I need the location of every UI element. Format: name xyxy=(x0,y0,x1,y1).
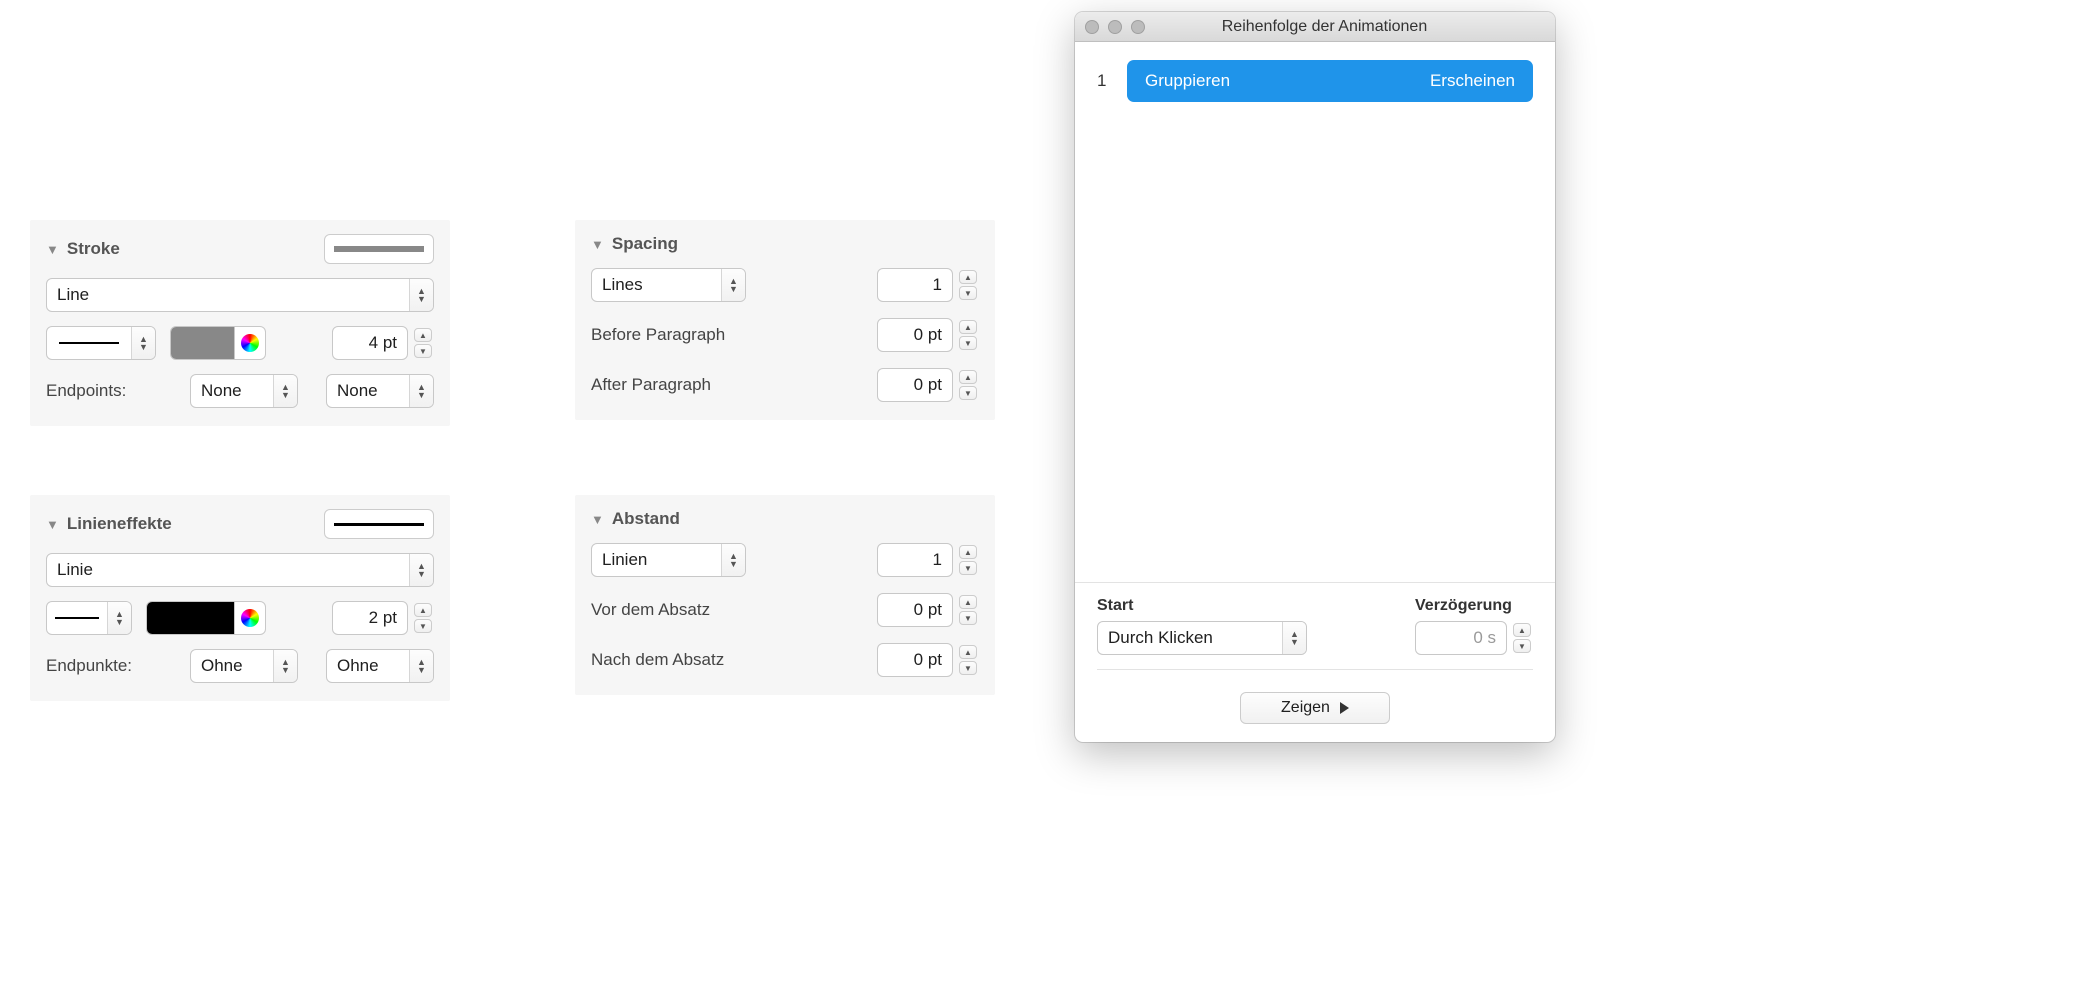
stroke-width-field[interactable]: 2 pt xyxy=(332,601,408,635)
start-label: Start xyxy=(1097,597,1395,615)
animation-item-name: Gruppieren xyxy=(1145,71,1230,91)
after-para-label: After Paragraph xyxy=(591,375,711,395)
disclosure-triangle-icon[interactable]: ▼ xyxy=(591,237,604,252)
select-stepper-icon: ▲▼ xyxy=(409,375,433,407)
before-para-label: Before Paragraph xyxy=(591,325,725,345)
show-button-label: Zeigen xyxy=(1281,699,1330,717)
stepper-down[interactable]: ▼ xyxy=(959,611,977,625)
stepper-down[interactable]: ▼ xyxy=(959,336,977,350)
show-button[interactable]: Zeigen xyxy=(1240,692,1390,724)
stepper-down[interactable]: ▼ xyxy=(414,344,432,358)
endpoint-end-value: Ohne xyxy=(327,656,409,676)
panel-title: Linieneffekte xyxy=(67,514,172,534)
select-stepper-icon: ▲▼ xyxy=(721,544,745,576)
line-style-select[interactable]: ▲▼ xyxy=(46,326,156,360)
delay-field[interactable]: 0 s xyxy=(1415,621,1507,655)
delay-label: Verzögerung xyxy=(1415,597,1533,615)
select-stepper-icon: ▲▼ xyxy=(107,602,131,634)
stroke-color-well[interactable] xyxy=(170,326,266,360)
endpoint-start-value: None xyxy=(191,381,273,401)
animation-list-item[interactable]: 1 Gruppieren Erscheinen xyxy=(1097,60,1533,102)
color-wheel-icon[interactable] xyxy=(235,602,265,634)
stroke-panel-de: ▼ Linieneffekte Linie ▲▼ ▲▼ 2 pt ▲ ▼ End… xyxy=(30,495,450,701)
stroke-type-value: Linie xyxy=(47,560,409,580)
color-swatch xyxy=(147,602,235,634)
spacing-value-field[interactable]: 1 xyxy=(877,268,953,302)
endpoints-label: Endpoints: xyxy=(46,381,176,401)
before-para-label: Vor dem Absatz xyxy=(591,600,710,620)
stepper-down[interactable]: ▼ xyxy=(959,661,977,675)
stepper-down[interactable]: ▼ xyxy=(414,619,432,633)
start-mode-select[interactable]: Durch Klicken ▲▼ xyxy=(1097,621,1307,655)
spacing-panel-de: ▼ Abstand Linien ▲▼ 1 ▲ ▼ Vor dem Absatz… xyxy=(575,495,995,695)
endpoints-label: Endpunkte: xyxy=(46,656,176,676)
select-stepper-icon: ▲▼ xyxy=(721,269,745,301)
line-style-select[interactable]: ▲▼ xyxy=(46,601,132,635)
spacing-mode-select[interactable]: Lines ▲▼ xyxy=(591,268,746,302)
endpoint-end-select[interactable]: Ohne ▲▼ xyxy=(326,649,434,683)
stroke-preview[interactable] xyxy=(324,509,434,539)
after-para-field[interactable]: 0 pt xyxy=(877,643,953,677)
endpoint-start-select[interactable]: Ohne ▲▼ xyxy=(190,649,298,683)
endpoint-end-select[interactable]: None ▲▼ xyxy=(326,374,434,408)
color-wheel-icon[interactable] xyxy=(235,327,265,359)
panel-title: Abstand xyxy=(612,509,680,529)
before-para-field[interactable]: 0 pt xyxy=(877,318,953,352)
stroke-type-value: Line xyxy=(47,285,409,305)
stepper-up[interactable]: ▲ xyxy=(959,370,977,384)
animation-item-effect: Erscheinen xyxy=(1430,71,1515,91)
disclosure-triangle-icon[interactable]: ▼ xyxy=(46,242,59,257)
spacing-mode-value: Lines xyxy=(592,275,721,295)
stepper-down[interactable]: ▼ xyxy=(959,561,977,575)
stepper-up[interactable]: ▲ xyxy=(959,320,977,334)
stroke-panel-en: ▼ Stroke Line ▲▼ ▲▼ 4 pt ▲ ▼ Endpoints: xyxy=(30,220,450,426)
stepper-down[interactable]: ▼ xyxy=(959,386,977,400)
window-titlebar[interactable]: Reihenfolge der Animationen xyxy=(1075,12,1555,42)
after-para-label: Nach dem Absatz xyxy=(591,650,724,670)
spacing-panel-en: ▼ Spacing Lines ▲▼ 1 ▲ ▼ Before Paragrap… xyxy=(575,220,995,420)
start-mode-value: Durch Klicken xyxy=(1098,628,1282,648)
spacing-mode-select[interactable]: Linien ▲▼ xyxy=(591,543,746,577)
spacing-mode-value: Linien xyxy=(592,550,721,570)
disclosure-triangle-icon[interactable]: ▼ xyxy=(46,517,59,532)
select-stepper-icon: ▲▼ xyxy=(273,650,297,682)
color-swatch xyxy=(171,327,235,359)
before-para-field[interactable]: 0 pt xyxy=(877,593,953,627)
select-stepper-icon: ▲▼ xyxy=(1282,622,1306,654)
select-stepper-icon: ▲▼ xyxy=(409,279,433,311)
stepper-down[interactable]: ▼ xyxy=(959,286,977,300)
select-stepper-icon: ▲▼ xyxy=(409,554,433,586)
stepper-up[interactable]: ▲ xyxy=(959,545,977,559)
stepper-up[interactable]: ▲ xyxy=(959,645,977,659)
panel-title: Spacing xyxy=(612,234,678,254)
endpoint-end-value: None xyxy=(327,381,409,401)
play-icon xyxy=(1340,702,1349,714)
select-stepper-icon: ▲▼ xyxy=(273,375,297,407)
stepper-up[interactable]: ▲ xyxy=(959,270,977,284)
disclosure-triangle-icon[interactable]: ▼ xyxy=(591,512,604,527)
animation-index: 1 xyxy=(1097,71,1111,91)
stroke-color-well[interactable] xyxy=(146,601,266,635)
stroke-width-field[interactable]: 4 pt xyxy=(332,326,408,360)
stroke-type-select[interactable]: Linie ▲▼ xyxy=(46,553,434,587)
stepper-down[interactable]: ▼ xyxy=(1513,639,1531,653)
stepper-up[interactable]: ▲ xyxy=(414,603,432,617)
endpoint-start-value: Ohne xyxy=(191,656,273,676)
stepper-up[interactable]: ▲ xyxy=(959,595,977,609)
animation-order-window: Reihenfolge der Animationen 1 Gruppieren… xyxy=(1075,12,1555,742)
stroke-preview[interactable] xyxy=(324,234,434,264)
endpoint-start-select[interactable]: None ▲▼ xyxy=(190,374,298,408)
spacing-value-field[interactable]: 1 xyxy=(877,543,953,577)
select-stepper-icon: ▲▼ xyxy=(131,327,155,359)
select-stepper-icon: ▲▼ xyxy=(409,650,433,682)
stepper-up[interactable]: ▲ xyxy=(1513,623,1531,637)
stroke-type-select[interactable]: Line ▲▼ xyxy=(46,278,434,312)
stepper-up[interactable]: ▲ xyxy=(414,328,432,342)
window-title: Reihenfolge der Animationen xyxy=(1104,18,1545,36)
after-para-field[interactable]: 0 pt xyxy=(877,368,953,402)
window-close-icon[interactable] xyxy=(1085,20,1099,34)
panel-title: Stroke xyxy=(67,239,120,259)
